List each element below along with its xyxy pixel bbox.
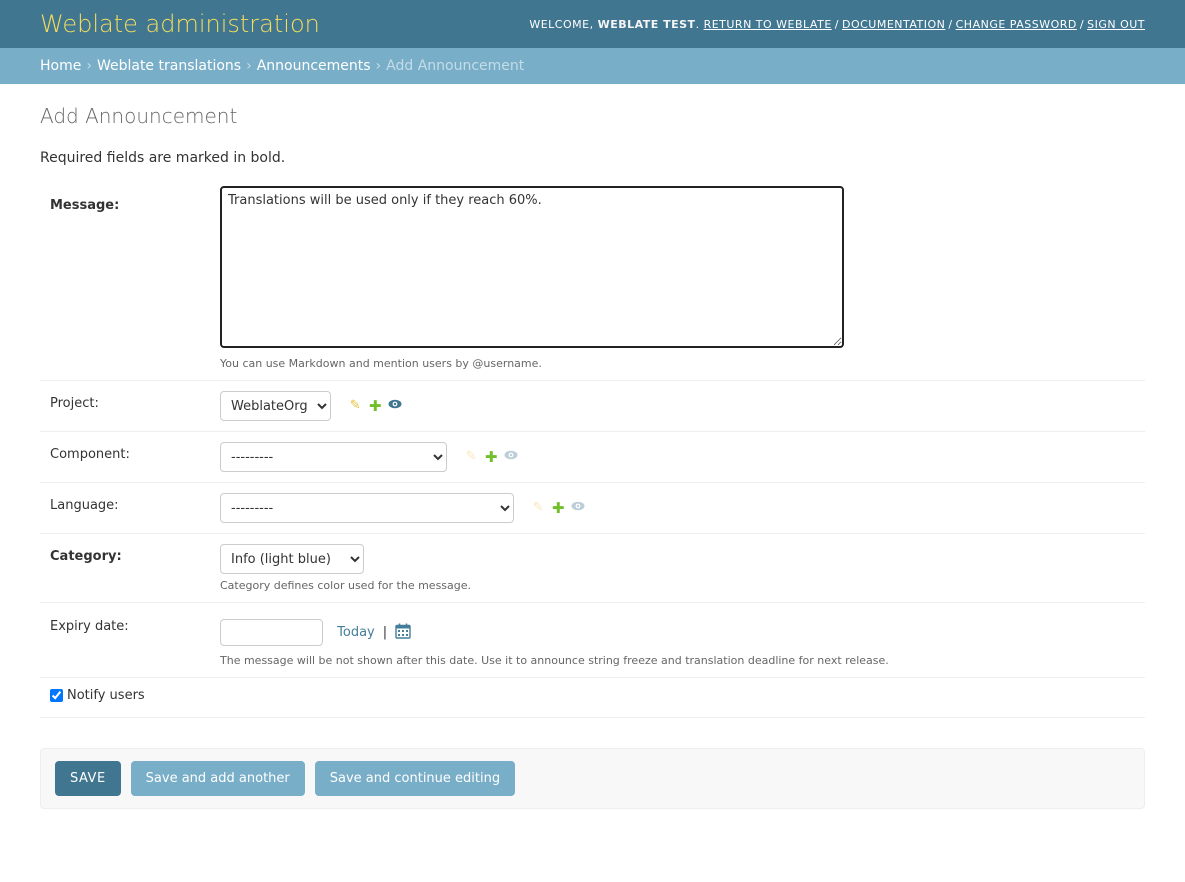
component-field-wrapper: --------- ✎ ✚ [220, 442, 1135, 472]
project-related-links: ✎ ✚ [345, 399, 405, 414]
expiry-label: Expiry date: [50, 619, 129, 634]
category-label: Category: [50, 549, 122, 564]
message-textarea[interactable]: Translations will be used only if they r… [220, 186, 844, 348]
language-select[interactable]: --------- [220, 493, 514, 523]
language-field-wrapper: --------- ✎ ✚ [220, 493, 1135, 523]
eye-icon[interactable] [385, 399, 405, 413]
change-password-link[interactable]: Change password [956, 18, 1077, 31]
required-fields-note: Required fields are marked in bold. [40, 150, 286, 166]
today-link[interactable]: Today [337, 625, 375, 640]
component-label: Component: [50, 447, 130, 462]
message-help: You can use Markdown and mention users b… [220, 357, 542, 370]
breadcrumb-weblate-translations[interactable]: Weblate translations [97, 58, 241, 74]
breadcrumb-separator: › [375, 58, 382, 74]
welcome-text: Welcome, [529, 17, 594, 31]
notify-users-checkbox[interactable] [50, 689, 63, 702]
language-label: Language: [50, 498, 119, 513]
pencil-icon: ✎ [465, 449, 477, 464]
breadcrumb-separator: › [86, 58, 92, 74]
date-shortcuts: Today | [337, 623, 411, 643]
pencil-icon: ✎ [532, 500, 544, 515]
category-row: Category: Info (light blue) Category def… [40, 534, 1145, 603]
user-tools: Welcome, Weblate Test. Return to Weblate… [529, 17, 1145, 31]
category-help: Category defines color used for the mess… [220, 579, 472, 592]
expiry-field-wrapper: Today | The message will be not shown aft… [220, 619, 1135, 667]
project-label: Project: [50, 396, 99, 411]
message-label: Message: [50, 198, 120, 213]
language-related-links: ✎ ✚ [528, 500, 588, 516]
return-to-weblate-link[interactable]: Return to Weblate [704, 18, 832, 31]
pencil-icon[interactable]: ✎ [345, 399, 365, 413]
submit-row: Save Save and add another Save and conti… [40, 748, 1145, 809]
category-field-wrapper: Info (light blue) Category defines color… [220, 544, 1135, 592]
expiry-date-input[interactable] [220, 619, 323, 646]
breadcrumb: Home › Weblate translations › Announceme… [0, 48, 1185, 84]
component-related-links: ✎ ✚ [461, 449, 521, 465]
save-and-add-another-button[interactable]: Save and add another [130, 761, 305, 796]
calendar-icon[interactable] [395, 623, 411, 643]
project-row: Project: WeblateOrg ✎ ✚ [40, 381, 1145, 432]
expiry-row: Expiry date: Today | The message will be … [40, 603, 1145, 678]
language-row: Language: --------- ✎ ✚ [40, 483, 1145, 534]
expiry-help: The message will be not shown after this… [220, 654, 889, 667]
message-field-wrapper: Translations will be used only if they r… [220, 186, 1135, 370]
breadcrumb-separator: › [246, 58, 252, 74]
eye-icon [501, 450, 521, 464]
documentation-link[interactable]: Documentation [842, 18, 945, 31]
save-button[interactable]: Save [55, 761, 121, 796]
sign-out-link[interactable]: Sign out [1087, 18, 1145, 31]
category-select[interactable]: Info (light blue) [220, 544, 364, 574]
site-branding[interactable]: Weblate administration [40, 0, 320, 48]
project-select[interactable]: WeblateOrg [220, 391, 331, 421]
admin-header: Weblate administration Welcome, Weblate … [0, 0, 1185, 48]
breadcrumb-home[interactable]: Home [40, 58, 81, 74]
shortcut-separator: | [382, 625, 388, 640]
eye-icon [568, 501, 588, 515]
page-title: Add Announcement [40, 104, 238, 128]
plus-icon[interactable]: ✚ [548, 501, 568, 516]
main-content: Add Announcement Required fields are mar… [0, 84, 1185, 809]
plus-icon[interactable]: ✚ [481, 450, 501, 465]
notify-row: Notify users [40, 678, 1145, 718]
notify-users-label[interactable]: Notify users [67, 688, 145, 703]
user-name: Weblate Test [597, 17, 696, 31]
project-field-wrapper: WeblateOrg ✎ ✚ [220, 391, 1135, 421]
component-select[interactable]: --------- [220, 442, 447, 472]
plus-icon[interactable]: ✚ [365, 399, 385, 414]
breadcrumb-announcements[interactable]: Announcements [257, 58, 371, 74]
breadcrumb-current: Add Announcement [386, 58, 525, 74]
component-row: Component: --------- ✎ ✚ [40, 432, 1145, 483]
message-row: Message: Translations will be used only … [40, 186, 1145, 381]
save-and-continue-editing-button[interactable]: Save and continue editing [314, 761, 516, 796]
